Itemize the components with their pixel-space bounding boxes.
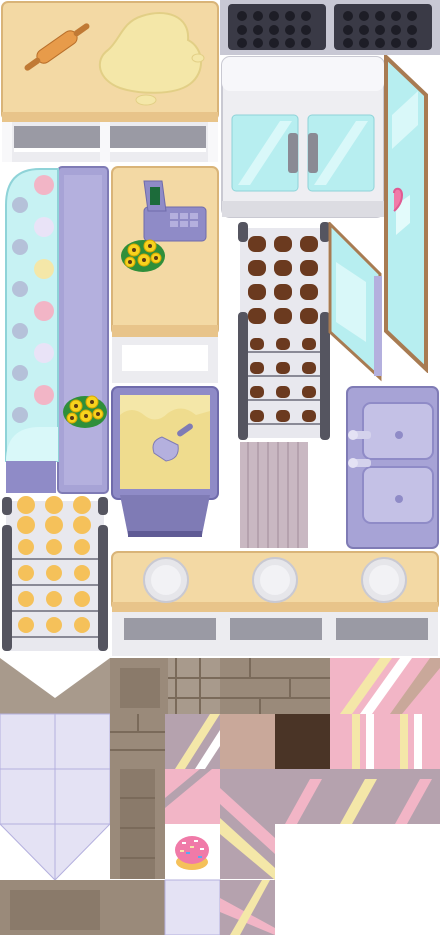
- flour-scoop-icon[interactable]: [148, 419, 198, 463]
- flower-pot: [118, 232, 168, 274]
- floor-mat: [238, 440, 310, 550]
- dough-blob: [98, 12, 205, 106]
- sunflower-icon: [63, 395, 107, 428]
- donut-icon[interactable]: [172, 830, 212, 874]
- chocolate-muffin-rack: [236, 220, 332, 442]
- rolling-pin-icon[interactable]: [12, 14, 102, 80]
- plate-counter: [110, 550, 440, 658]
- flower-pot: [60, 388, 110, 430]
- dough-table: [0, 0, 220, 165]
- sunflower-icon: [121, 239, 165, 272]
- open-fridge-door[interactable]: [328, 222, 386, 382]
- open-fridge-door[interactable]: [384, 55, 440, 373]
- golden-muffin-rack: [0, 495, 110, 655]
- double-door-fridge[interactable]: [220, 55, 386, 220]
- wall-and-floor-tiles: [0, 658, 440, 935]
- cake-display-case: [0, 165, 110, 495]
- double-sink: [345, 385, 440, 550]
- flour-bin: [110, 385, 220, 540]
- cash-register-counter: [110, 165, 220, 385]
- baking-trays: [220, 0, 440, 55]
